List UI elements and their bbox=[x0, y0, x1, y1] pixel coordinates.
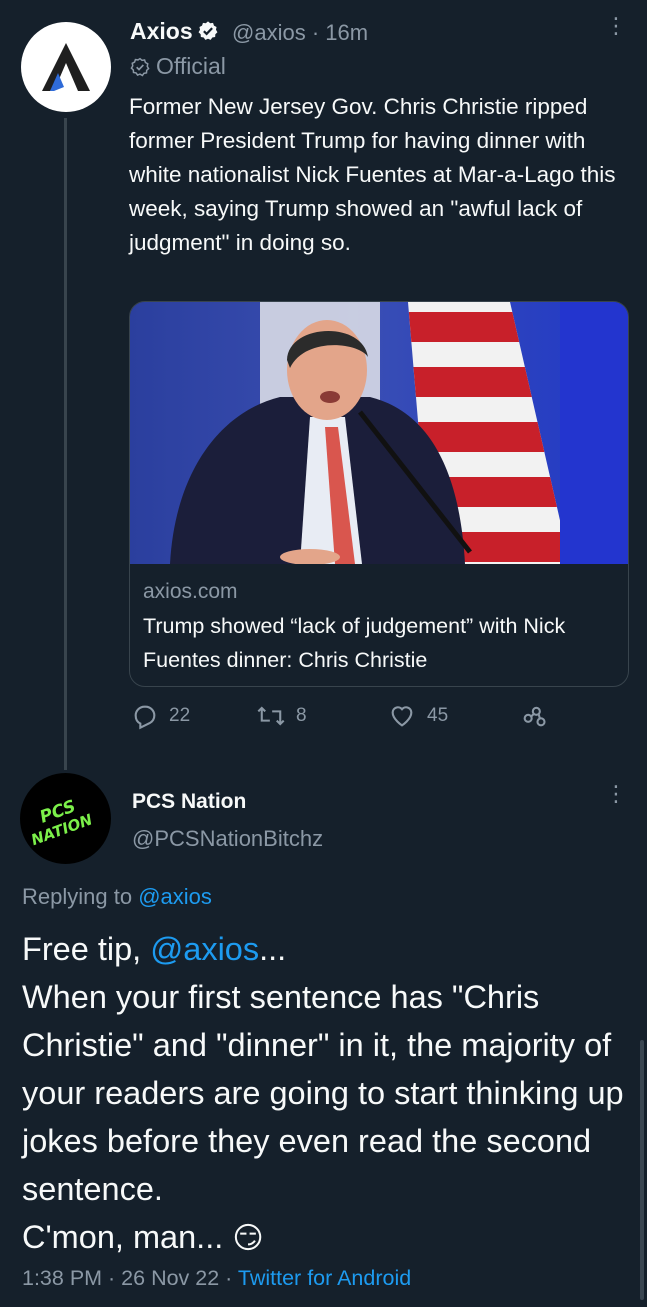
card-title: Trump showed “lack of judgement” with Ni… bbox=[143, 614, 566, 672]
official-text: Official bbox=[156, 53, 226, 79]
tweet-text: Former New Jersey Gov. Chris Christie ri… bbox=[129, 94, 616, 255]
like-button[interactable]: 45 bbox=[387, 702, 448, 730]
footer-timestamp: 1:38 PM · 26 Nov 22 · bbox=[22, 1266, 238, 1290]
like-icon bbox=[391, 706, 413, 727]
card-domain: axios.com bbox=[143, 580, 238, 603]
footer-source-link[interactable]: Twitter for Android bbox=[238, 1266, 411, 1290]
more-icon[interactable]: ⋮ bbox=[605, 15, 627, 37]
more-icon[interactable]: ⋮ bbox=[605, 783, 627, 805]
reply-icon bbox=[134, 705, 156, 730]
tweet-actions: 22 8 45 bbox=[129, 702, 629, 742]
tweet-time: · 16m bbox=[311, 20, 369, 45]
reply-text-body: ... When your first sentence has "Chris … bbox=[22, 931, 624, 1255]
axios-avatar[interactable] bbox=[21, 22, 111, 112]
share-icon bbox=[523, 706, 546, 727]
reply-button[interactable]: 22 bbox=[131, 702, 190, 730]
reply-text-pre: Free tip, bbox=[22, 931, 151, 967]
author-handle: @axios bbox=[232, 20, 306, 45]
reply-count: 22 bbox=[169, 705, 191, 726]
link-card[interactable]: axios.com Trump showed “lack of judgemen… bbox=[129, 301, 629, 687]
card-image bbox=[130, 302, 628, 564]
official-label: Official bbox=[130, 53, 226, 80]
author-name[interactable]: Axios bbox=[130, 18, 219, 48]
replying-handle-link[interactable]: @axios bbox=[138, 884, 212, 909]
replying-to: Replying to @axios bbox=[22, 884, 212, 910]
official-check-icon bbox=[130, 57, 150, 77]
reply-author-name[interactable]: PCS Nation bbox=[132, 790, 246, 814]
tweet-footer: 1:38 PM · 26 Nov 22 · Twitter for Androi… bbox=[22, 1266, 411, 1291]
verified-badge-icon bbox=[197, 20, 219, 48]
reply-text: Free tip, @axios... When your first sent… bbox=[22, 925, 634, 1263]
retweet-icon bbox=[257, 706, 285, 726]
scrollbar[interactable] bbox=[640, 1040, 644, 1300]
mention-link[interactable]: @axios bbox=[150, 931, 259, 967]
retweet-button[interactable]: 8 bbox=[256, 702, 307, 730]
smirk-emoji-icon: 😏 bbox=[232, 1222, 264, 1255]
author-handle-time[interactable]: @axios · 16m bbox=[232, 20, 368, 46]
author-name-text: Axios bbox=[130, 18, 193, 44]
axios-logo-icon bbox=[42, 43, 90, 91]
reply-author-handle[interactable]: @PCSNationBitchz bbox=[132, 826, 323, 852]
replying-prefix: Replying to bbox=[22, 884, 133, 909]
share-button[interactable] bbox=[519, 702, 559, 730]
thread-connector-line bbox=[64, 118, 67, 770]
like-count: 45 bbox=[427, 705, 449, 726]
pcs-nation-avatar[interactable]: PCS NATION bbox=[20, 773, 111, 864]
pcs-nation-logo: PCS NATION bbox=[29, 796, 96, 849]
retweet-count: 8 bbox=[296, 705, 307, 726]
